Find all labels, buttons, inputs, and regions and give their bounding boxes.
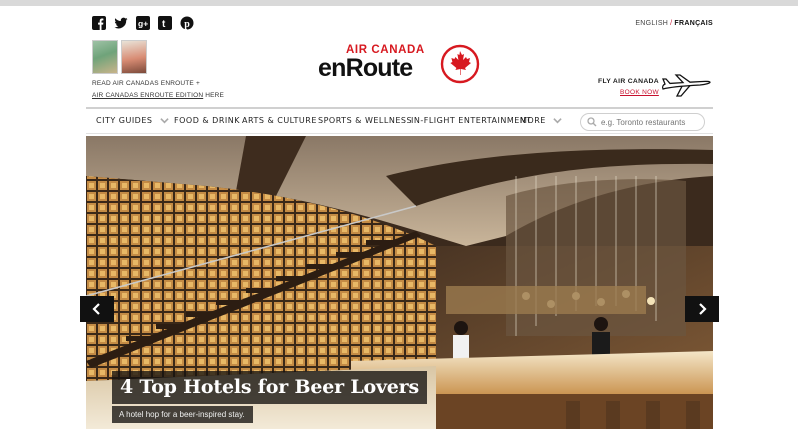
site-logo[interactable]: AIR CANADA enRoute (318, 44, 483, 86)
social-links: g+ t p (92, 16, 194, 30)
promo-edition-link[interactable]: AIR CANADAS ENROUTE EDITION (92, 92, 203, 99)
maple-leaf-icon (440, 44, 480, 84)
magazine-covers[interactable] (92, 40, 232, 74)
facebook-icon[interactable] (92, 16, 106, 30)
carousel-next-button[interactable] (685, 296, 719, 322)
promo-text: READ AIR CANADAS ENROUTE + AIR CANADAS E… (92, 78, 232, 102)
search-input[interactable] (601, 117, 697, 127)
magazine-cover-image[interactable] (121, 40, 147, 74)
hero-title[interactable]: 4 Top Hotels for Beer Lovers (112, 371, 427, 404)
promo-line-1[interactable]: READ AIR CANADAS ENROUTE + (92, 78, 232, 90)
nav-item-food-drink[interactable]: FOOD & DRINK (174, 116, 240, 125)
chevron-right-icon (699, 303, 707, 315)
airplane-icon (661, 74, 711, 97)
nav-item-label: CITY GUIDES (96, 116, 153, 125)
nav-item-label: SPORTS & WELLNESS (318, 116, 413, 125)
nav-item-sports-wellness[interactable]: SPORTS & WELLNESS (318, 116, 412, 125)
carousel-prev-button[interactable] (80, 296, 114, 322)
nav-item-label: IN-FLIGHT ENTERTAINMENT (411, 116, 532, 125)
nav-item-arts-culture[interactable]: ARTS & CULTURE (242, 116, 317, 125)
nav-item-label: MORE (520, 116, 546, 125)
chevron-left-icon (92, 303, 100, 315)
nav-item-city-guides[interactable]: CITY GUIDES (96, 116, 169, 125)
pinterest-icon[interactable]: p (180, 16, 194, 30)
promo-here-link[interactable]: HERE (203, 92, 224, 99)
chevron-down-icon (159, 118, 169, 124)
language-english-link[interactable]: ENGLISH (635, 20, 668, 27)
nav-item-inflight-entertainment[interactable]: IN-FLIGHT ENTERTAINMENT (411, 116, 532, 125)
tumblr-icon[interactable]: t (158, 16, 172, 30)
nav-item-label: ARTS & CULTURE (242, 116, 317, 125)
language-switcher: ENGLISH / FRANÇAIS (635, 20, 713, 27)
logo-enroute: enRoute (318, 54, 413, 82)
search-box[interactable] (580, 113, 705, 131)
main-navigation: CITY GUIDES FOOD & DRINK ARTS & CULTURE … (86, 107, 713, 134)
svg-text:g+: g+ (138, 19, 148, 29)
language-separator: / (670, 20, 673, 27)
nav-item-more[interactable]: MORE (520, 116, 562, 125)
twitter-icon[interactable] (114, 16, 128, 30)
nav-item-label: FOOD & DRINK (174, 116, 240, 125)
language-french-link[interactable]: FRANÇAIS (674, 20, 713, 27)
chevron-down-icon (553, 118, 562, 124)
hero-caption: 4 Top Hotels for Beer Lovers A hotel hop… (112, 371, 427, 423)
google-plus-icon[interactable]: g+ (136, 16, 150, 30)
hero-subtitle: A hotel hop for a beer-inspired stay. (112, 406, 253, 423)
top-bar (0, 0, 798, 6)
svg-text:p: p (184, 19, 190, 30)
magazine-promo: READ AIR CANADAS ENROUTE + AIR CANADAS E… (92, 40, 232, 102)
book-now-link[interactable]: BOOK NOW (620, 89, 659, 96)
magazine-cover-image[interactable] (92, 40, 118, 74)
search-icon (587, 117, 597, 127)
fly-title: FLY AIR CANADA (598, 78, 659, 85)
